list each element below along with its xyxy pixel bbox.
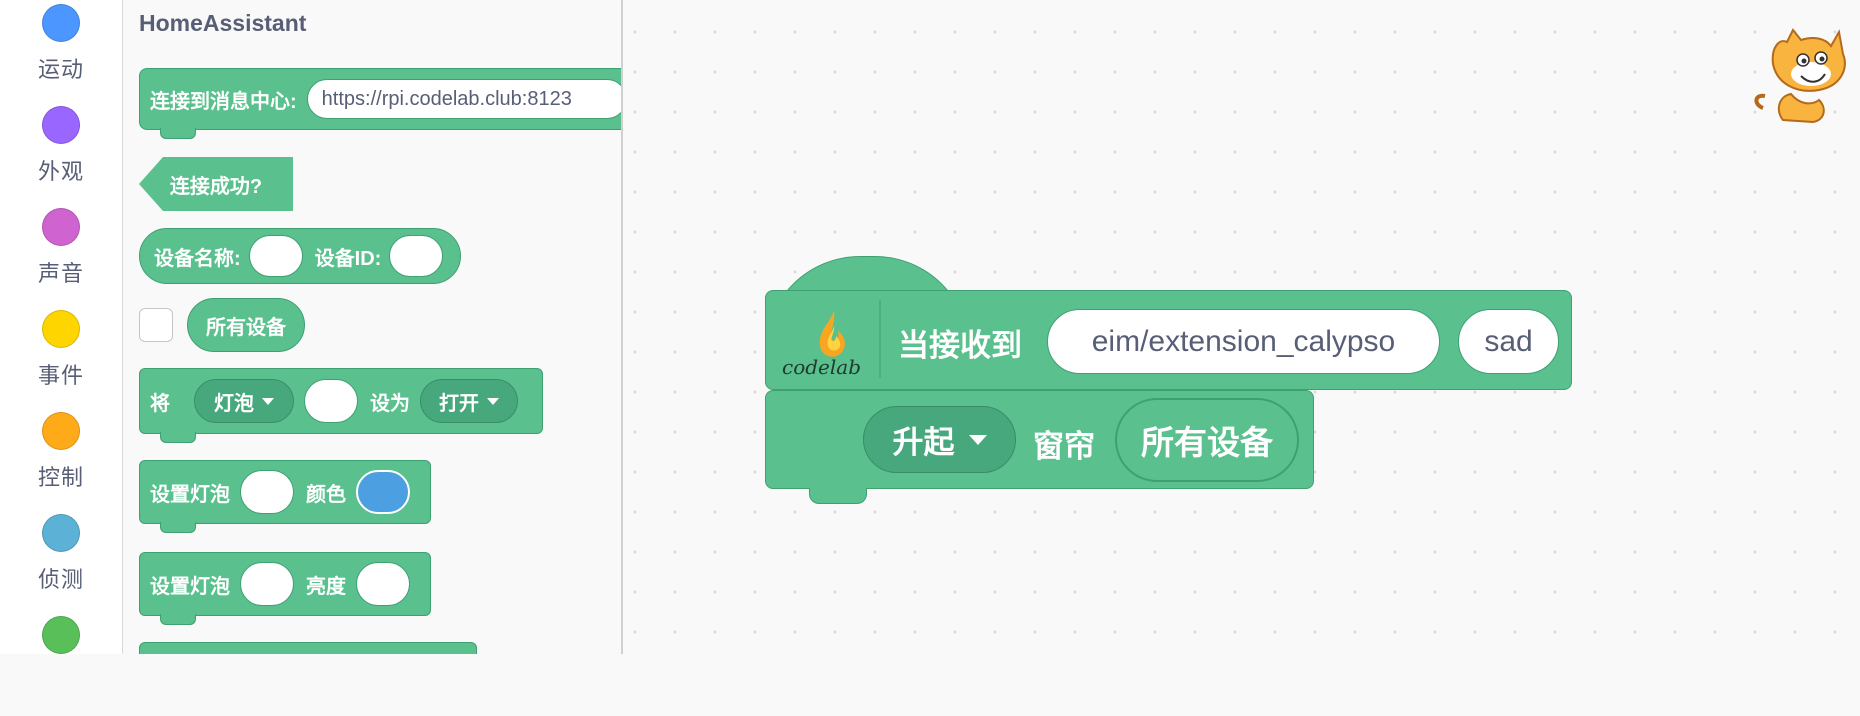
device-target-input[interactable] xyxy=(304,379,358,423)
category-motion[interactable]: 运动 xyxy=(0,4,122,104)
block-palette: HomeAssistant 连接到消息中心: https://rpi.codel… xyxy=(123,0,623,654)
events-dot-icon xyxy=(42,310,80,348)
state-value: 打开 xyxy=(439,392,479,415)
bulb-name-input[interactable] xyxy=(240,562,294,606)
all-devices-reporter[interactable]: 所有设备 xyxy=(187,298,305,352)
looks-dot-icon xyxy=(42,106,80,144)
message-input[interactable]: sad xyxy=(1458,309,1559,374)
control-dot-icon xyxy=(42,412,80,450)
connected-label: 连接成功? xyxy=(169,175,263,198)
block-notch xyxy=(160,614,196,625)
curtain-label: 窗帘 xyxy=(1033,429,1095,464)
category-label: 运动 xyxy=(37,57,84,82)
category-label: 声音 xyxy=(37,261,84,286)
bulb-name-input[interactable] xyxy=(240,470,294,514)
curtain-action-dropdown[interactable]: 升起 xyxy=(863,406,1016,473)
block-notch xyxy=(160,128,196,139)
codelab-flame-icon: codelab xyxy=(782,310,861,379)
curtain-action-value: 升起 xyxy=(892,425,955,460)
category-menu: 运动 外观 声音 事件 控制 侦测 xyxy=(0,0,123,654)
topic-input[interactable]: eim/extension_calypso xyxy=(1047,309,1440,374)
category-sensing[interactable]: 侦测 xyxy=(0,514,122,614)
brightness-input[interactable] xyxy=(356,562,410,606)
all-devices-reporter-slot[interactable]: 所有设备 xyxy=(1115,398,1299,482)
operators-dot-icon xyxy=(42,616,80,654)
color-swatch-picker[interactable] xyxy=(356,470,410,514)
device-type-value: 灯泡 xyxy=(214,392,254,415)
when-receive-label: 当接收到 xyxy=(898,328,1022,363)
block-notch xyxy=(160,522,196,533)
set-bulb-color-block[interactable]: 设置灯泡 颜色 xyxy=(139,460,431,533)
block-notch xyxy=(809,488,867,504)
connect-label: 连接到消息中心: xyxy=(150,90,297,113)
category-label: 控制 xyxy=(37,465,84,490)
dropdown-caret-icon xyxy=(968,434,987,445)
script-workspace[interactable]: codelab 当接收到 eim/extension_calypso sad 升… xyxy=(623,0,1860,654)
device-name-label: 设备名称: xyxy=(154,247,241,270)
brightness-label: 亮度 xyxy=(306,575,346,598)
scratch-cat-sprite-icon[interactable] xyxy=(1753,24,1853,129)
block-notch xyxy=(160,432,196,443)
color-label: 颜色 xyxy=(306,483,346,506)
set-bulb-label: 设置灯泡 xyxy=(150,575,230,598)
device-name-input[interactable] xyxy=(248,235,303,277)
set-to-label: 设为 xyxy=(370,392,410,415)
state-dropdown[interactable]: 打开 xyxy=(420,379,518,423)
dropdown-caret-icon xyxy=(487,397,499,405)
device-reporter-block[interactable]: 设备名称: 设备ID: xyxy=(139,228,461,284)
motion-dot-icon xyxy=(42,4,80,42)
dropdown-caret-icon xyxy=(262,397,274,405)
connected-boolean-block[interactable]: 连接成功? xyxy=(139,157,293,211)
server-url-input[interactable]: https://rpi.codelab.club:8123 xyxy=(306,79,621,119)
category-operators[interactable] xyxy=(0,616,122,716)
set-device-state-block[interactable]: 将 灯泡 设为 打开 xyxy=(139,368,543,443)
category-label: 事件 xyxy=(37,363,84,388)
all-devices-checkbox[interactable] xyxy=(139,308,173,342)
connect-block[interactable]: 连接到消息中心: https://rpi.codelab.club:8123 xyxy=(139,68,621,139)
palette-category-title: HomeAssistant xyxy=(139,10,307,36)
all-devices-label: 所有设备 xyxy=(206,316,286,339)
set-prefix-label: 将 xyxy=(150,392,170,415)
device-id-input[interactable] xyxy=(389,235,444,277)
sensing-dot-icon xyxy=(42,514,80,552)
next-block-partial[interactable] xyxy=(139,642,477,654)
codelab-logo-text: codelab xyxy=(782,355,861,379)
category-events[interactable]: 事件 xyxy=(0,310,122,410)
hat-separator xyxy=(879,300,881,378)
category-label: 侦测 xyxy=(37,567,84,592)
device-id-label: 设备ID: xyxy=(314,247,382,270)
category-control[interactable]: 控制 xyxy=(0,412,122,512)
sound-dot-icon xyxy=(42,208,80,246)
category-sound[interactable]: 声音 xyxy=(0,208,122,308)
set-bulb-label: 设置灯泡 xyxy=(150,483,230,506)
set-bulb-brightness-block[interactable]: 设置灯泡 亮度 xyxy=(139,552,431,625)
category-label: 外观 xyxy=(37,159,84,184)
category-looks[interactable]: 外观 xyxy=(0,106,122,206)
device-type-dropdown[interactable]: 灯泡 xyxy=(194,379,294,423)
